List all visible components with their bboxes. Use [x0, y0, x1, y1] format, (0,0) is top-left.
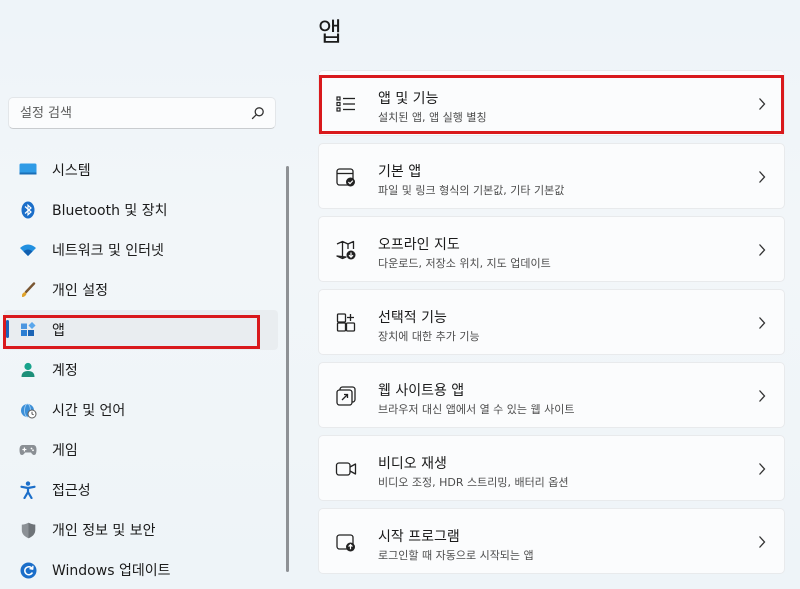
link-window-icon: [336, 386, 356, 406]
sidebar-item-label: 계정: [52, 363, 78, 379]
search-input[interactable]: [9, 98, 239, 128]
sidebar-item-label: 시간 및 언어: [52, 403, 126, 419]
sidebar-nav: 시스템 Bluetooth 및 장치 네트워크 및 인터넷 개인 설정 앱 계정: [4, 150, 278, 589]
map-download-icon: [336, 240, 356, 260]
card-subtitle: 로그인할 때 자동으로 시작되는 앱: [378, 549, 534, 562]
card-subtitle: 장치에 대한 추가 기능: [378, 330, 480, 343]
sidebar-scrollbar[interactable]: [286, 166, 289, 572]
card-title: 선택적 기능: [378, 310, 447, 326]
chevron-right-icon: [759, 171, 766, 183]
bluetooth-icon: [18, 200, 38, 220]
search-box[interactable]: [8, 97, 276, 129]
sidebar-item-privacy-security[interactable]: 개인 정보 및 보안: [4, 510, 278, 550]
card-subtitle: 다운로드, 저장소 위치, 지도 업데이트: [378, 257, 551, 270]
page-title: 앱: [318, 18, 342, 48]
sidebar-item-gaming[interactable]: 게임: [4, 430, 278, 470]
startup-icon: [336, 534, 355, 552]
card-subtitle: 파일 및 링크 형식의 기본값, 기타 기본값: [378, 184, 565, 197]
sidebar-item-label: 개인 설정: [52, 283, 108, 299]
card-subtitle: 비디오 조정, HDR 스트리밍, 배터리 옵션: [378, 476, 569, 489]
card-optional-features[interactable]: 선택적 기능 장치에 대한 추가 기능: [318, 289, 785, 355]
monitor-icon: [18, 160, 38, 180]
wifi-icon: [18, 240, 38, 260]
update-icon: [18, 560, 38, 580]
accessibility-icon: [18, 480, 38, 500]
sidebar-item-label: 개인 정보 및 보안: [52, 523, 156, 539]
card-offline-maps[interactable]: 오프라인 지도 다운로드, 저장소 위치, 지도 업데이트: [318, 216, 785, 282]
chevron-right-icon: [759, 317, 766, 329]
card-startup[interactable]: 시작 프로그램 로그인할 때 자동으로 시작되는 앱: [318, 508, 785, 574]
card-apps-for-websites[interactable]: 웹 사이트용 앱 브라우저 대신 앱에서 열 수 있는 웹 사이트: [318, 362, 785, 428]
sidebar-item-label: 게임: [52, 443, 78, 459]
sidebar-item-network[interactable]: 네트워크 및 인터넷: [4, 230, 278, 270]
highlight-apps-nav: [3, 315, 260, 349]
card-title: 시작 프로그램: [378, 529, 460, 545]
sidebar-item-label: Bluetooth 및 장치: [52, 203, 168, 219]
sidebar-item-label: 네트워크 및 인터넷: [52, 243, 164, 259]
sidebar-item-personalization[interactable]: 개인 설정: [4, 270, 278, 310]
chevron-right-icon: [759, 536, 766, 548]
sidebar-item-time-language[interactable]: 시간 및 언어: [4, 390, 278, 430]
default-apps-icon: [336, 168, 355, 187]
card-default-apps[interactable]: 기본 앱 파일 및 링크 형식의 기본값, 기타 기본값: [318, 143, 785, 209]
chevron-right-icon: [759, 463, 766, 475]
person-icon: [18, 360, 38, 380]
card-title: 웹 사이트용 앱: [378, 383, 465, 399]
chevron-right-icon: [759, 244, 766, 256]
sidebar-item-system[interactable]: 시스템: [4, 150, 278, 190]
card-subtitle: 브라우저 대신 앱에서 열 수 있는 웹 사이트: [378, 403, 575, 416]
sidebar-item-label: Windows 업데이트: [52, 563, 171, 579]
sidebar-item-label: 접근성: [52, 483, 91, 499]
sidebar-item-windows-update[interactable]: Windows 업데이트: [4, 550, 278, 589]
sidebar-item-bluetooth[interactable]: Bluetooth 및 장치: [4, 190, 278, 230]
video-icon: [335, 462, 357, 476]
globe-clock-icon: [18, 400, 38, 420]
card-title: 기본 앱: [378, 164, 422, 180]
brush-icon: [18, 280, 38, 300]
apps-settings-list: 앱 및 기능 설치된 앱, 앱 실행 별칭 기본 앱 파일 및 링크 형식의 기…: [318, 70, 785, 581]
sidebar-item-accounts[interactable]: 계정: [4, 350, 278, 390]
card-title: 오프라인 지도: [378, 237, 460, 253]
shield-icon: [18, 520, 38, 540]
card-title: 비디오 재생: [378, 456, 447, 472]
card-video-playback[interactable]: 비디오 재생 비디오 조정, HDR 스트리밍, 배터리 옵션: [318, 435, 785, 501]
gamepad-icon: [18, 440, 38, 460]
sidebar-item-accessibility[interactable]: 접근성: [4, 470, 278, 510]
add-grid-icon: [336, 313, 356, 332]
sidebar-item-label: 시스템: [52, 163, 91, 179]
highlight-apps-features-card: [319, 75, 784, 134]
chevron-right-icon: [759, 390, 766, 402]
search-icon[interactable]: [251, 106, 265, 120]
